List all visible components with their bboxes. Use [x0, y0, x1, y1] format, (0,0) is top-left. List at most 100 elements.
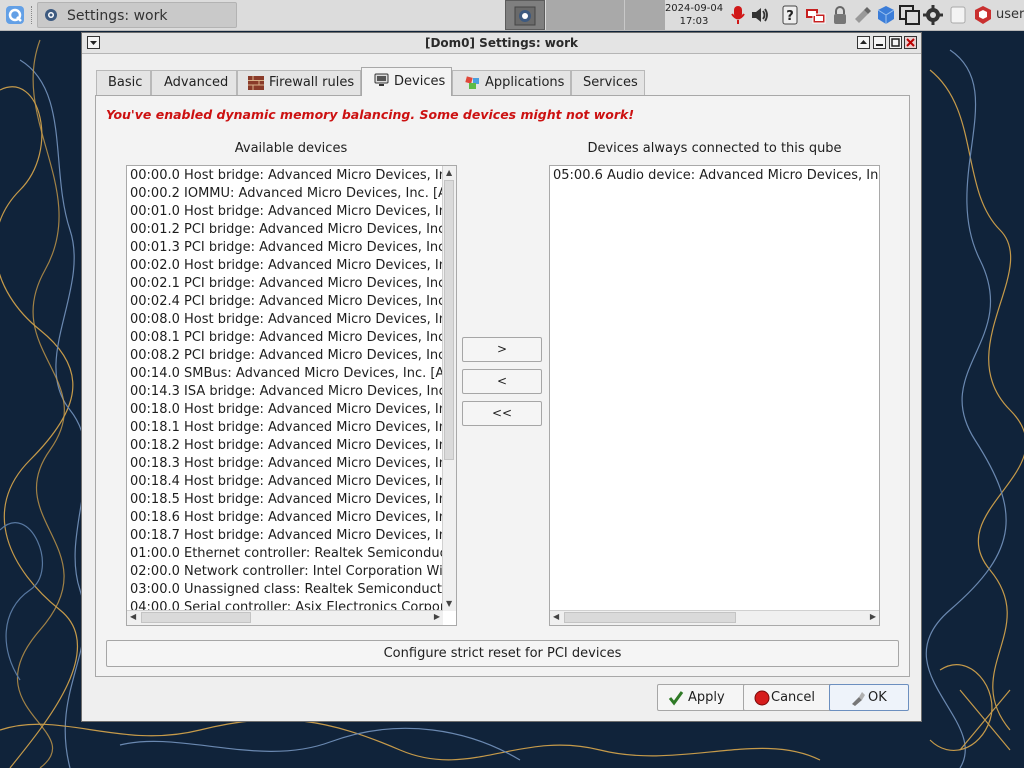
tab-devices[interactable]: Devices: [361, 67, 452, 96]
tab-advanced[interactable]: Advanced: [151, 70, 237, 95]
check-icon: [668, 690, 684, 706]
qube-icon[interactable]: [876, 5, 896, 25]
workspace-2[interactable]: [546, 0, 586, 30]
tab-basic-label: Basic: [108, 75, 143, 90]
scroll-up-icon[interactable]: ▲: [446, 168, 452, 178]
apply-label: Apply: [688, 690, 725, 705]
available-vertical-scrollbar[interactable]: ▲ ▼: [442, 166, 456, 611]
connected-device-item[interactable]: 05:00.6 Audio device: Advanced Micro Dev…: [553, 167, 879, 185]
volume-icon[interactable]: [750, 5, 770, 25]
available-device-item[interactable]: 01:00.0 Ethernet controller: Realtek Sem…: [130, 545, 456, 563]
taskbar-task-label: Settings: work: [67, 8, 168, 24]
drive-icon[interactable]: [948, 5, 968, 25]
available-device-item[interactable]: 00:18.2 Host bridge: Advanced Micro Devi…: [130, 437, 456, 455]
available-device-item[interactable]: 02:00.0 Network controller: Intel Corpor…: [130, 563, 456, 581]
ok-label: OK: [868, 690, 887, 705]
available-device-item[interactable]: 00:18.5 Host bridge: Advanced Micro Devi…: [130, 491, 456, 509]
close-button[interactable]: [904, 36, 917, 49]
available-device-item[interactable]: 03:00.0 Unassigned class: Realtek Semico…: [130, 581, 456, 599]
scroll-thumb[interactable]: [141, 612, 251, 623]
tab-firewall-rules[interactable]: Firewall rules: [237, 70, 361, 95]
available-devices-list[interactable]: 00:00.0 Host bridge: Advanced Micro Devi…: [126, 165, 457, 626]
microphone-icon[interactable]: [728, 5, 748, 25]
ok-icon: [850, 690, 866, 706]
available-device-item[interactable]: 00:00.0 Host bridge: Advanced Micro Devi…: [130, 167, 456, 185]
tab-applications[interactable]: Applications: [452, 70, 571, 95]
available-device-item[interactable]: 00:14.3 ISA bridge: Advanced Micro Devic…: [130, 383, 456, 401]
firewall-icon: [248, 76, 264, 90]
scroll-down-icon[interactable]: ▼: [446, 599, 452, 609]
remove-device-button[interactable]: <: [462, 369, 542, 394]
tab-firewall-label: Firewall rules: [269, 75, 355, 90]
maximize-button[interactable]: [889, 36, 902, 49]
cancel-button[interactable]: Cancel: [743, 684, 837, 711]
clock[interactable]: 2024-09-04 17:03: [664, 2, 724, 28]
taskbar-separator: [31, 6, 34, 24]
available-device-item[interactable]: 00:08.2 PCI bridge: Advanced Micro Devic…: [130, 347, 456, 365]
scroll-thumb[interactable]: [444, 180, 454, 460]
available-device-item[interactable]: 00:18.4 Host bridge: Advanced Micro Devi…: [130, 473, 456, 491]
applications-icon: [465, 76, 481, 90]
workspace-4[interactable]: [625, 0, 665, 30]
window-title: [Dom0] Settings: work: [424, 36, 579, 50]
taskbar: Settings: work 2024-09-04 17:03 ? user: [0, 0, 1024, 31]
connected-horizontal-scrollbar[interactable]: ◀ ▶: [550, 610, 879, 625]
available-device-item[interactable]: 00:00.2 IOMMU: Advanced Micro Devices, I…: [130, 185, 456, 203]
available-device-item[interactable]: 00:18.1 Host bridge: Advanced Micro Devi…: [130, 419, 456, 437]
memory-balancing-warning: You've enabled dynamic memory balancing.…: [106, 107, 635, 122]
connected-devices-list[interactable]: 05:00.6 Audio device: Advanced Micro Dev…: [549, 165, 880, 626]
available-device-item[interactable]: 00:08.1 PCI bridge: Advanced Micro Devic…: [130, 329, 456, 347]
available-device-item[interactable]: 00:18.6 Host bridge: Advanced Micro Devi…: [130, 509, 456, 527]
tab-applications-label: Applications: [485, 75, 565, 90]
taskbar-task-settings[interactable]: Settings: work: [37, 2, 237, 28]
settings-app-icon: [514, 6, 536, 26]
scroll-left-icon[interactable]: ◀: [553, 612, 559, 622]
available-device-item[interactable]: 00:14.0 SMBus: Advanced Micro Devices, I…: [130, 365, 456, 383]
available-device-item[interactable]: 00:01.3 PCI bridge: Advanced Micro Devic…: [130, 239, 456, 257]
available-devices-label: Available devices: [234, 141, 348, 156]
usb-icon[interactable]: [852, 5, 872, 25]
scroll-right-icon[interactable]: ▶: [870, 612, 876, 622]
available-device-item[interactable]: 00:18.7 Host bridge: Advanced Micro Devi…: [130, 527, 456, 545]
available-device-item[interactable]: 00:18.3 Host bridge: Advanced Micro Devi…: [130, 455, 456, 473]
scroll-thumb[interactable]: [564, 612, 736, 623]
available-device-item[interactable]: 00:18.0 Host bridge: Advanced Micro Devi…: [130, 401, 456, 419]
available-devices-rows: 00:00.0 Host bridge: Advanced Micro Devi…: [130, 167, 456, 617]
settings-icon[interactable]: [923, 5, 943, 25]
lock-icon[interactable]: [830, 5, 850, 25]
available-device-item[interactable]: 00:02.0 Host bridge: Advanced Micro Devi…: [130, 257, 456, 275]
network-icon[interactable]: [805, 5, 826, 25]
configure-strict-reset-button[interactable]: Configure strict reset for PCI devices: [106, 640, 899, 667]
available-device-item[interactable]: 00:01.2 PCI bridge: Advanced Micro Devic…: [130, 221, 456, 239]
available-device-item[interactable]: 00:08.0 Host bridge: Advanced Micro Devi…: [130, 311, 456, 329]
devices-icon: [374, 73, 389, 87]
ok-button[interactable]: OK: [829, 684, 909, 711]
settings-dialog: [Dom0] Settings: work Basic Advanced Fir…: [81, 32, 922, 722]
available-device-item[interactable]: 00:02.1 PCI bridge: Advanced Micro Devic…: [130, 275, 456, 293]
tab-basic[interactable]: Basic: [96, 70, 151, 95]
qubes-menu-icon[interactable]: [4, 4, 26, 26]
cancel-label: Cancel: [771, 690, 816, 705]
connected-devices-label: Devices always connected to this qube: [587, 141, 842, 156]
available-horizontal-scrollbar[interactable]: ◀ ▶: [127, 610, 443, 625]
stop-icon: [754, 690, 770, 706]
scroll-right-icon[interactable]: ▶: [434, 612, 440, 622]
window-icon[interactable]: [899, 5, 920, 25]
add-device-button[interactable]: >: [462, 337, 542, 362]
workspace-1[interactable]: [505, 0, 545, 30]
tab-advanced-label: Advanced: [164, 75, 229, 90]
svg-text:?: ?: [786, 9, 794, 24]
available-device-item[interactable]: 00:01.0 Host bridge: Advanced Micro Devi…: [130, 203, 456, 221]
user-label[interactable]: user: [996, 7, 1024, 22]
minimize-button[interactable]: [873, 36, 886, 49]
available-device-item[interactable]: 00:02.4 PCI bridge: Advanced Micro Devic…: [130, 293, 456, 311]
remove-all-devices-button[interactable]: <<: [462, 401, 542, 426]
tab-services[interactable]: Services: [571, 70, 645, 95]
help-icon[interactable]: ?: [780, 5, 800, 25]
scroll-left-icon[interactable]: ◀: [130, 612, 136, 622]
workspace-3[interactable]: [585, 0, 625, 30]
titlebar[interactable]: [Dom0] Settings: work: [82, 33, 921, 54]
settings-app-icon: [44, 8, 58, 22]
qubes-logo-icon[interactable]: [973, 5, 993, 25]
shade-button[interactable]: [857, 36, 870, 49]
